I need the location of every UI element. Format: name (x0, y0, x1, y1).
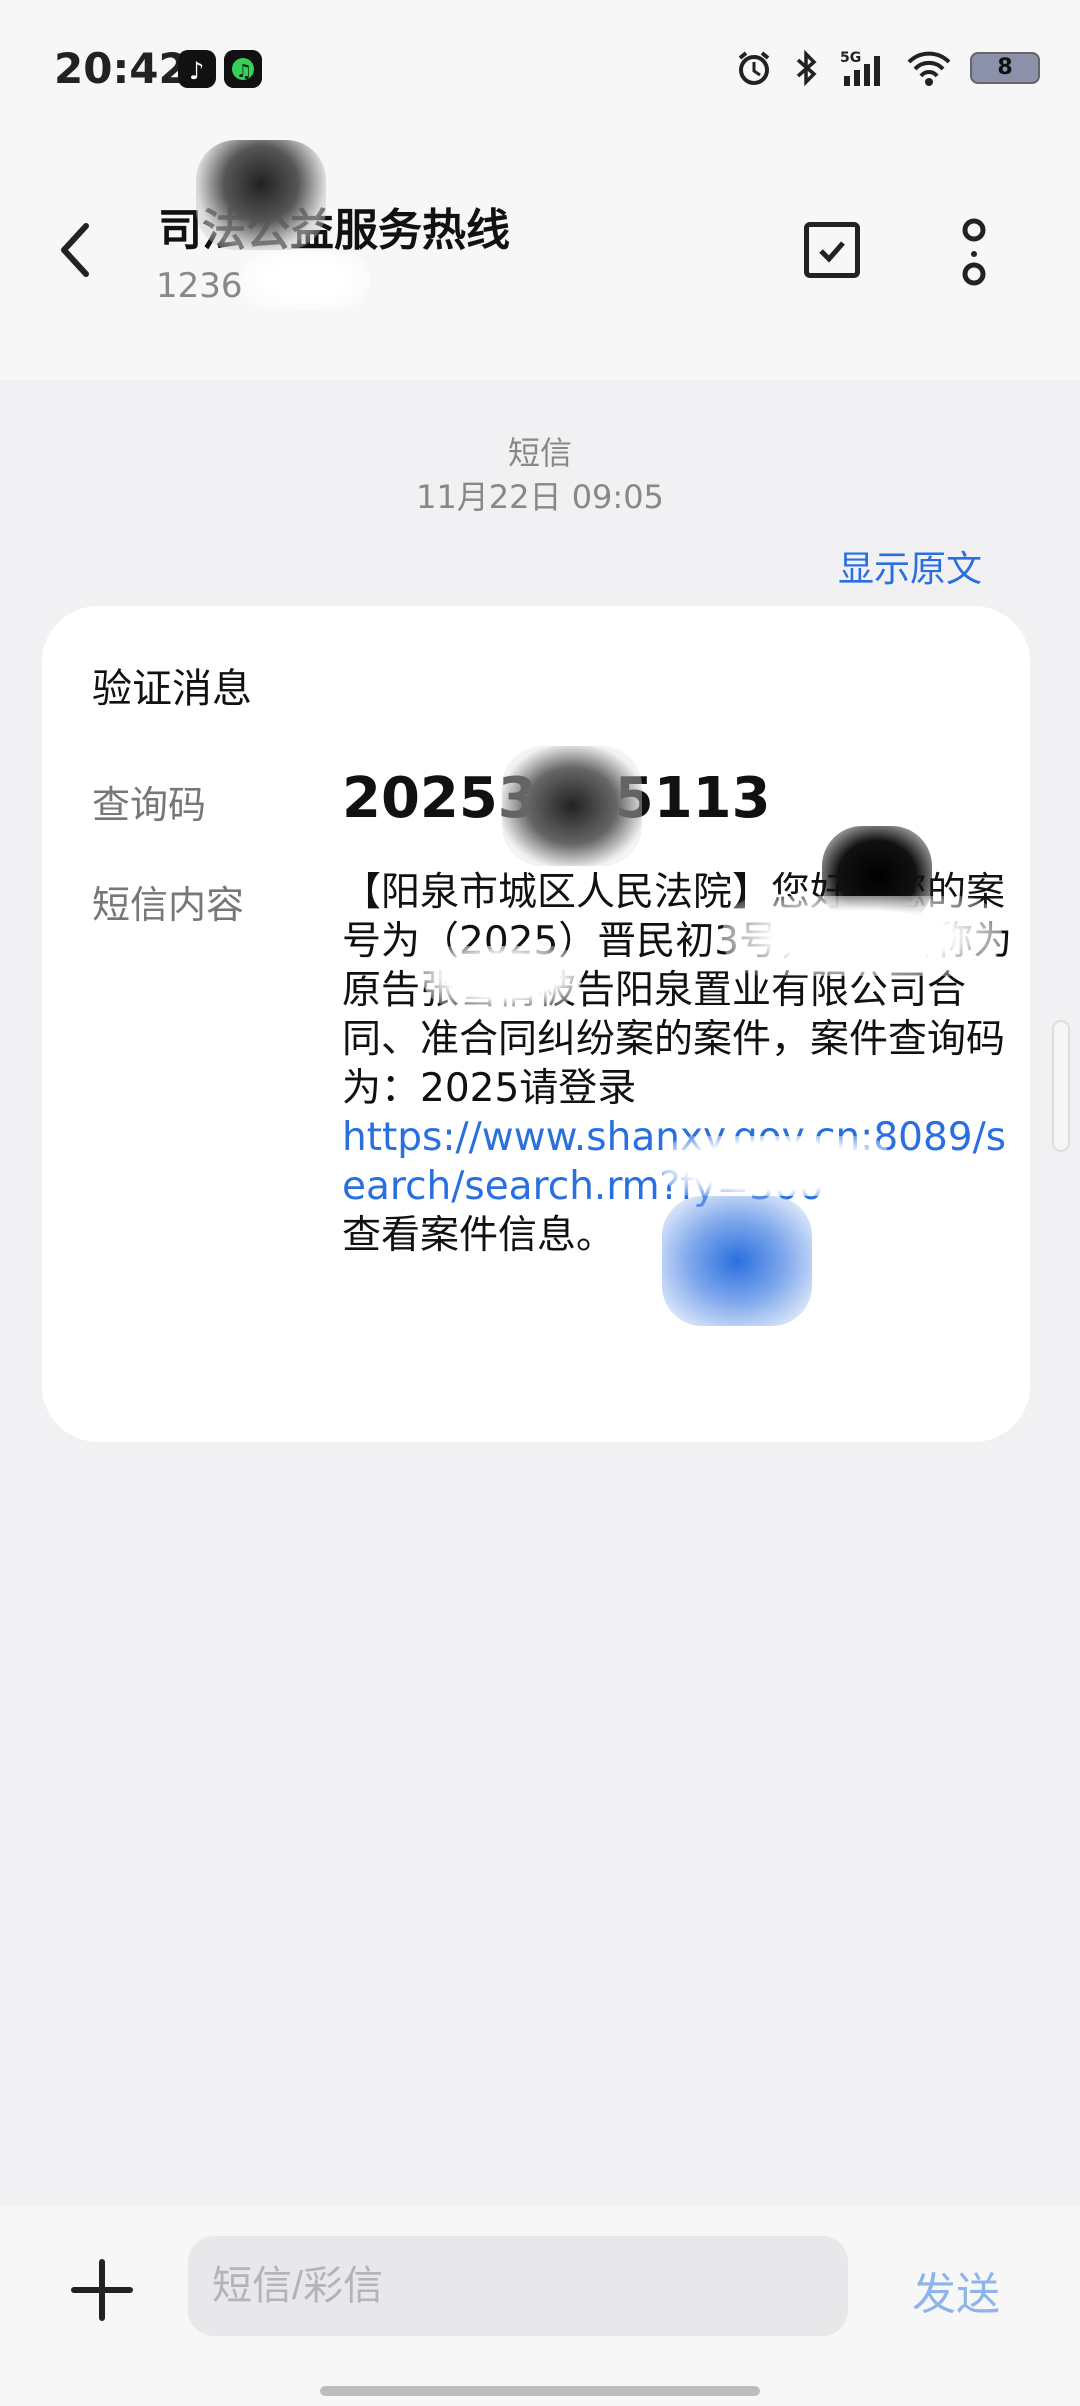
sms-content-label: 短信内容 (92, 883, 245, 927)
scroll-indicator[interactable] (1052, 1020, 1070, 1152)
status-bar: 20:42 ♪ ♫ 5G 8 (0, 0, 1080, 140)
conversation-header (0, 140, 1080, 380)
redaction-blur (422, 946, 582, 1006)
redaction-scribble (502, 746, 642, 866)
redaction-scribble (196, 140, 326, 250)
svg-text:♪: ♪ (189, 57, 204, 85)
send-button[interactable]: 发送 (912, 2258, 1000, 2322)
status-time: 20:42 (54, 44, 188, 93)
sms-content-tail: 查看案件信息。 (342, 1213, 616, 1258)
select-checkbox-icon[interactable] (804, 222, 860, 278)
card-title: 验证消息 (92, 666, 252, 712)
query-code-label: 查询码 (92, 783, 207, 827)
add-attachment-plus-icon[interactable] (70, 2258, 134, 2322)
contact-number: 1236 (156, 266, 243, 306)
svg-text:♫: ♫ (236, 61, 252, 82)
home-indicator-bar[interactable] (320, 2386, 760, 2396)
redaction-blur (240, 250, 370, 310)
verification-message-card[interactable]: 验证消息 查询码 20253235113 短信内容 【阳泉市城区人民法院】您好，… (42, 606, 1030, 1442)
bluetooth-icon (796, 49, 817, 87)
redaction-blur (662, 1136, 892, 1196)
battery-icon: 8 (970, 52, 1040, 84)
more-vertical-icon[interactable] (952, 218, 996, 288)
svg-text:5G: 5G (840, 50, 861, 66)
5g-signal-icon: 5G (840, 50, 880, 86)
message-timestamp: 11月22日 09:05 (416, 478, 664, 516)
message-type-label: 短信 (507, 434, 572, 472)
music-app-icon: ♫ (224, 50, 262, 88)
wifi-icon (907, 51, 951, 86)
tiktok-app-icon: ♪ (178, 50, 216, 88)
alarm-icon (738, 51, 770, 85)
redaction-blur (722, 896, 1002, 976)
redaction-scribble (662, 1196, 812, 1326)
show-original-link[interactable]: 显示原文 (838, 540, 982, 592)
back-chevron-icon[interactable] (56, 220, 96, 280)
message-input[interactable] (188, 2236, 848, 2336)
